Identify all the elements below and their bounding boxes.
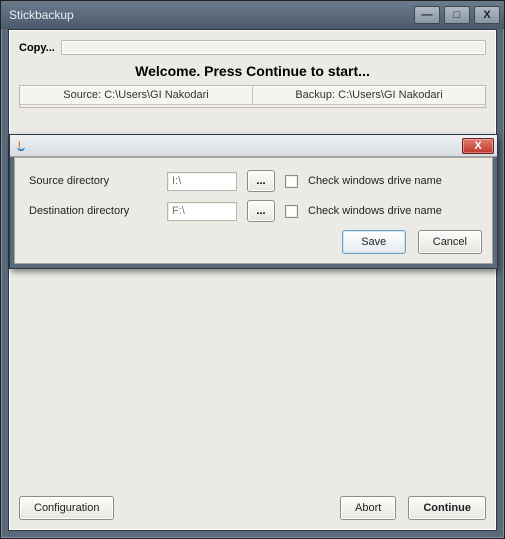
table-header: Source: C:\Users\GI Nakodari Backup: C:\… [20, 86, 485, 105]
save-button[interactable]: Save [342, 230, 406, 254]
main-footer: Configuration Abort Continue [9, 486, 496, 530]
copy-row: Copy... [9, 30, 496, 61]
dialog-body: Source directory ... Check windows drive… [14, 157, 493, 264]
java-icon [14, 139, 28, 153]
welcome-text: Welcome. Press Continue to start... [9, 61, 496, 85]
source-browse-button[interactable]: ... [247, 170, 275, 192]
destination-label: Destination directory [29, 205, 157, 217]
minimize-button[interactable]: — [414, 6, 440, 24]
config-dialog: X Source directory ... Check windows dri… [9, 134, 498, 269]
destination-row: Destination directory ... Check windows … [29, 200, 482, 222]
source-row: Source directory ... Check windows drive… [29, 170, 482, 192]
window-buttons: — □ X [414, 6, 500, 24]
titlebar[interactable]: Stickbackup — □ X [1, 1, 504, 29]
destination-check-label: Check windows drive name [308, 205, 442, 217]
abort-button[interactable]: Abort [340, 496, 396, 520]
source-check-drive-checkbox[interactable] [285, 175, 298, 188]
backup-column-header[interactable]: Backup: C:\Users\GI Nakodari [253, 86, 485, 105]
source-column-header[interactable]: Source: C:\Users\GI Nakodari [20, 86, 253, 105]
destination-input[interactable] [167, 202, 237, 221]
progress-bar [61, 40, 486, 55]
source-label: Source directory [29, 175, 157, 187]
close-button[interactable]: X [474, 6, 500, 24]
dialog-close-button[interactable]: X [462, 138, 494, 154]
cancel-button[interactable]: Cancel [418, 230, 482, 254]
table-body [20, 105, 485, 107]
main-window: Stickbackup — □ X Copy... Welcome. Press… [0, 0, 505, 539]
destination-check-drive-checkbox[interactable] [285, 205, 298, 218]
destination-browse-button[interactable]: ... [247, 200, 275, 222]
source-check-label: Check windows drive name [308, 175, 442, 187]
configuration-button[interactable]: Configuration [19, 496, 114, 520]
paths-table: Source: C:\Users\GI Nakodari Backup: C:\… [19, 85, 486, 108]
dialog-footer: Save Cancel [29, 230, 482, 254]
copy-label: Copy... [19, 42, 55, 54]
dialog-titlebar[interactable]: X [10, 135, 497, 157]
continue-button[interactable]: Continue [408, 496, 486, 520]
source-input[interactable] [167, 172, 237, 191]
maximize-button[interactable]: □ [444, 6, 470, 24]
client-area: Copy... Welcome. Press Continue to start… [8, 29, 497, 531]
window-title: Stickbackup [9, 8, 414, 22]
